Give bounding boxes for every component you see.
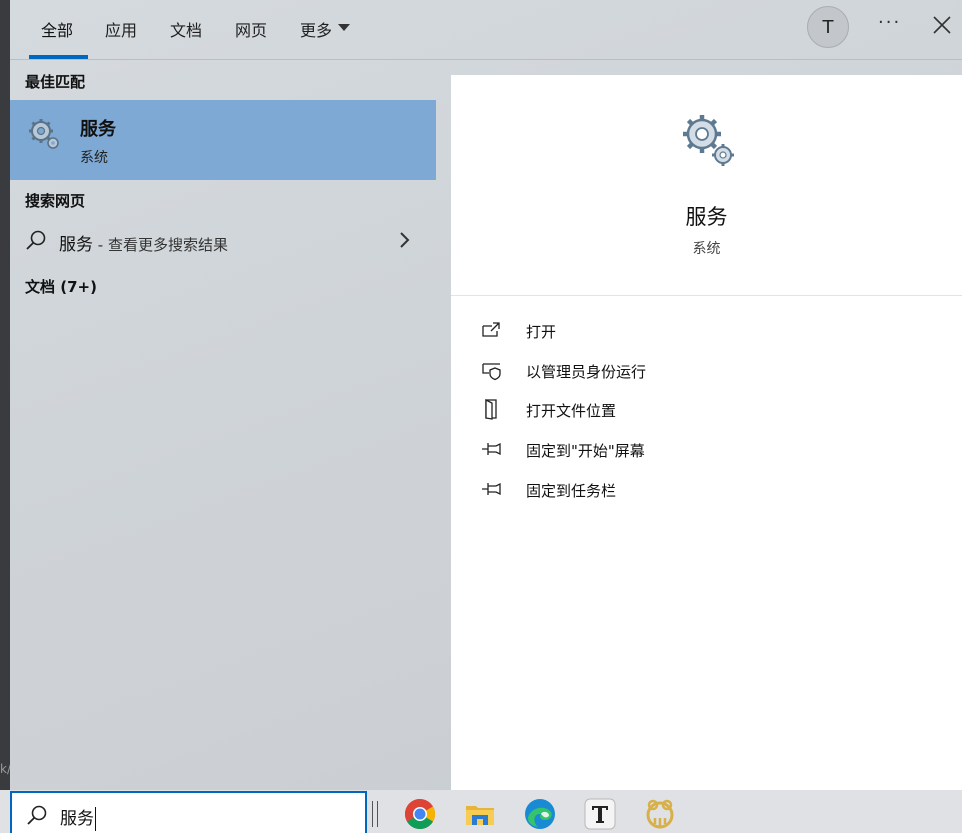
more-options-button[interactable]: ··· [878, 12, 901, 33]
detail-pane: 服务 系统 打开 以管理员身份运行 打开文件位置 固定到"开始"屏幕 固定到任务… [451, 75, 962, 790]
tab-more-label: 更多 [300, 21, 333, 40]
tab-documents[interactable]: 文档 [170, 17, 202, 57]
taskbar-search-box[interactable]: 服务 [10, 791, 367, 833]
caret-down-icon [338, 24, 351, 31]
tab-more[interactable]: 更多 [300, 17, 351, 57]
avatar[interactable]: T [807, 6, 849, 48]
typora-icon[interactable] [584, 798, 616, 830]
text-cursor [95, 807, 96, 831]
search-input[interactable]: 服务 [60, 804, 96, 831]
best-match-name: 服务 [80, 119, 116, 140]
background-window-edge [0, 0, 10, 790]
best-match-type: 系统 [80, 150, 108, 166]
action-open-label: 打开 [526, 323, 557, 341]
edge-icon[interactable] [524, 798, 556, 830]
section-web-search: 搜索网页 [25, 192, 86, 210]
chrome-icon[interactable] [404, 798, 436, 830]
open-icon [482, 322, 500, 337]
taskbar-divider [372, 801, 378, 827]
best-match-item[interactable]: 服务 系统 [10, 100, 436, 180]
tab-all[interactable]: 全部 [41, 17, 73, 57]
search-icon [27, 805, 47, 825]
tab-web[interactable]: 网页 [235, 17, 267, 57]
services-gear-icon-large [683, 115, 734, 166]
web-search-label: 服务 - 查看更多搜索结果 [59, 230, 228, 255]
action-run-as-admin[interactable]: 以管理员身份运行 [481, 357, 941, 387]
file-location-icon [485, 398, 497, 420]
tab-apps[interactable]: 应用 [105, 17, 137, 57]
pin-icon [482, 482, 501, 496]
services-gear-icon [29, 119, 59, 149]
section-documents[interactable]: 文档 (7+) [25, 276, 97, 297]
action-pin-to-taskbar-label: 固定到任务栏 [526, 482, 617, 500]
close-icon[interactable] [931, 14, 953, 36]
navicat-icon[interactable] [644, 798, 676, 830]
web-search-more-text: - 查看更多搜索结果 [93, 236, 228, 254]
shield-icon [482, 363, 501, 381]
taskbar: 服务 [0, 790, 962, 833]
action-open-file-location-label: 打开文件位置 [526, 402, 617, 420]
search-panel: 全部 应用 文档 网页 更多 T ··· 最佳匹配 服务 系统 搜索网页 服务 … [10, 0, 962, 790]
file-explorer-icon[interactable] [464, 798, 496, 830]
action-pin-to-start-label: 固定到"开始"屏幕 [526, 442, 645, 460]
action-pin-to-start[interactable]: 固定到"开始"屏幕 [481, 436, 941, 466]
action-open[interactable]: 打开 [481, 317, 941, 347]
action-run-as-admin-label: 以管理员身份运行 [526, 363, 647, 381]
chevron-right-icon[interactable] [398, 231, 412, 249]
action-pin-to-taskbar[interactable]: 固定到任务栏 [481, 476, 941, 506]
action-open-file-location[interactable]: 打开文件位置 [481, 396, 941, 426]
active-tab-indicator [29, 55, 88, 59]
detail-divider [451, 295, 962, 296]
web-search-query: 服务 [59, 235, 93, 255]
section-best-match: 最佳匹配 [25, 73, 86, 91]
web-search-result[interactable]: 服务 - 查看更多搜索结果 [10, 222, 436, 262]
background-edge-text: k/ [0, 762, 10, 776]
detail-subtitle: 系统 [692, 241, 721, 257]
search-input-value: 服务 [60, 809, 94, 829]
pin-icon [482, 442, 501, 456]
search-icon [26, 230, 46, 250]
detail-title: 服务 [685, 205, 728, 229]
search-tabs-bar: 全部 应用 文档 网页 更多 T ··· [10, 0, 962, 60]
